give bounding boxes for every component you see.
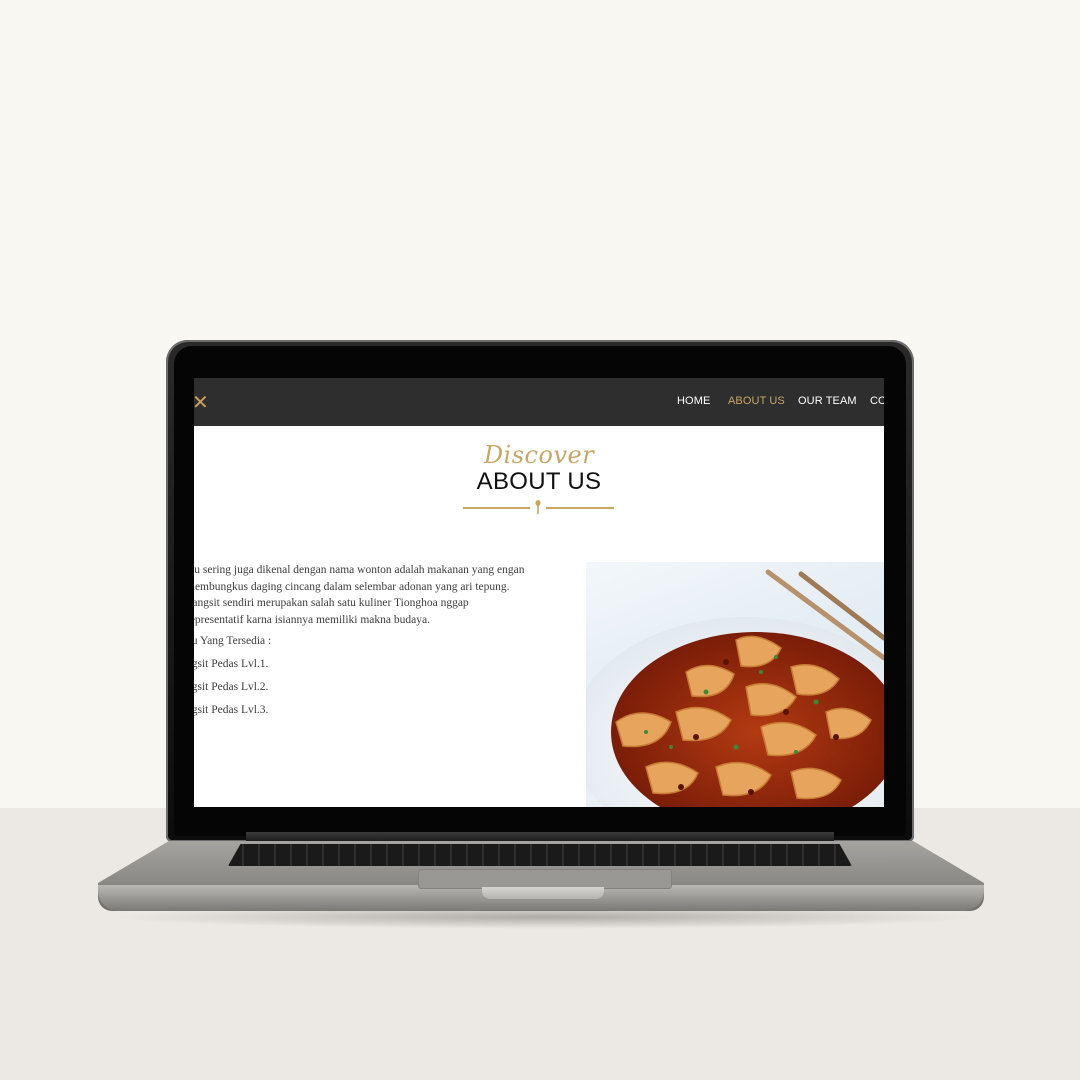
nav-home-link[interactable]: HOME bbox=[677, 395, 710, 407]
close-icon[interactable]: ✕ bbox=[194, 391, 209, 413]
title-divider-left bbox=[463, 507, 530, 509]
laptop-hinge bbox=[246, 832, 834, 842]
title-divider-right bbox=[546, 507, 614, 509]
section-title: ABOUT US bbox=[476, 468, 602, 495]
website-screen: ✕ HOME ABOUT US OUR TEAM CO Discover ABO… bbox=[194, 378, 884, 807]
nav-contact-link[interactable]: CO bbox=[870, 395, 884, 407]
dumplings-photo bbox=[586, 562, 884, 807]
menu-item: ngsit Pedas Lvl.3. bbox=[194, 704, 269, 716]
dumplings-illustration bbox=[586, 569, 884, 807]
about-paragraph: tau sering juga dikenal dengan nama wont… bbox=[194, 564, 525, 626]
nav-about-us-link[interactable]: ABOUT US bbox=[728, 395, 785, 407]
laptop-lid-notch bbox=[482, 887, 604, 899]
laptop-trackpad bbox=[418, 869, 672, 889]
laptop-keyboard bbox=[228, 844, 852, 866]
section-script-title: Discover bbox=[483, 441, 595, 469]
navbar: ✕ HOME ABOUT US OUR TEAM CO bbox=[194, 378, 884, 426]
menu-heading: nu Yang Tersedia : bbox=[194, 635, 272, 647]
menu-item: ngsit Pedas Lvl.2. bbox=[194, 681, 269, 693]
spoon-icon bbox=[535, 500, 541, 514]
menu-item: ngsit Pedas Lvl.1. bbox=[194, 658, 269, 670]
nav-our-team-link[interactable]: OUR TEAM bbox=[798, 395, 857, 407]
